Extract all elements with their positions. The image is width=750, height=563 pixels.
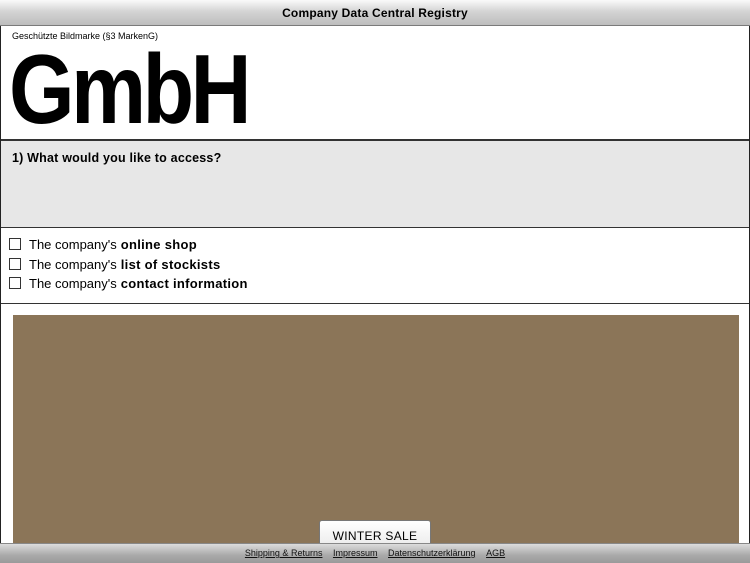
option-online-shop[interactable]: The company's online shop bbox=[9, 236, 197, 252]
option-online-shop-checkbox[interactable] bbox=[9, 238, 21, 250]
option-emphasis: online shop bbox=[120, 236, 197, 252]
question-text: 1) What would you like to access? bbox=[12, 151, 222, 165]
option-emphasis: list of stockists bbox=[120, 256, 221, 272]
company-logo: GmbH bbox=[9, 34, 252, 144]
option-stockists[interactable]: The company's list of stockists bbox=[9, 256, 221, 272]
footer: Shipping & Returns Impressum Datenschutz… bbox=[0, 543, 750, 563]
question-panel: 1) What would you like to access? bbox=[1, 141, 749, 228]
option-stockists-checkbox[interactable] bbox=[9, 258, 21, 270]
page: Company Data Central Registry Geschützte… bbox=[0, 0, 750, 563]
company-header: Geschützte Bildmarke (§3 MarkenG) GmbH bbox=[1, 26, 749, 141]
option-prefix: The company's bbox=[29, 256, 117, 272]
footer-link-terms[interactable]: AGB bbox=[486, 548, 505, 558]
footer-link-impressum[interactable]: Impressum bbox=[333, 548, 378, 558]
title-bar: Company Data Central Registry bbox=[0, 0, 750, 26]
window-title: Company Data Central Registry bbox=[282, 6, 468, 20]
option-prefix: The company's bbox=[29, 236, 117, 252]
option-contact-information-checkbox[interactable] bbox=[9, 277, 21, 289]
option-emphasis: contact information bbox=[120, 275, 248, 291]
option-prefix: The company's bbox=[29, 275, 117, 291]
option-contact-information[interactable]: The company's contact information bbox=[9, 275, 248, 291]
access-options: The company's online shop The company's … bbox=[1, 228, 749, 304]
footer-link-privacy[interactable]: Datenschutzerklärung bbox=[388, 548, 476, 558]
footer-link-shipping[interactable]: Shipping & Returns bbox=[245, 548, 323, 558]
registry-frame: Geschützte Bildmarke (§3 MarkenG) GmbH 1… bbox=[0, 26, 750, 555]
promo-banner: WINTER SALE bbox=[13, 315, 739, 555]
